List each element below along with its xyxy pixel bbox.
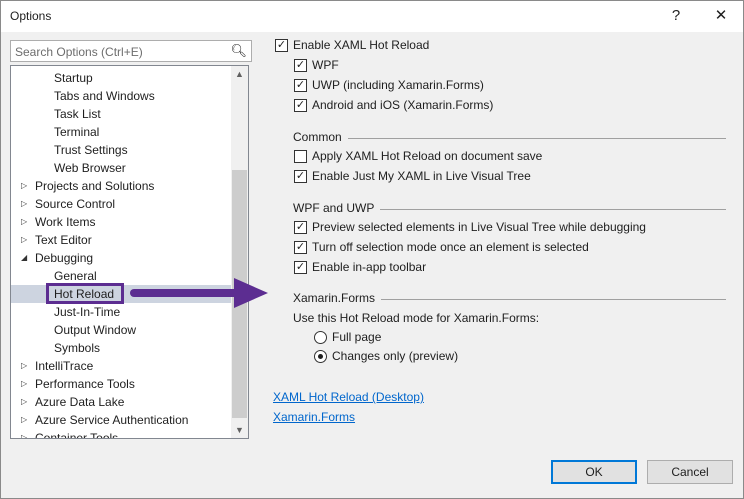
radio-changes_only[interactable] <box>314 350 327 363</box>
tree-item-label: Azure Service Authentication <box>35 413 189 427</box>
tree-item-label: Source Control <box>35 197 116 211</box>
tree-item[interactable]: ▷ IntelliTrace <box>11 357 232 375</box>
tree-item-label: Web Browser <box>54 161 126 175</box>
checkbox-label[interactable]: Enable Just My XAML in Live Visual Tree <box>312 169 531 183</box>
tree-scrollbar[interactable]: ▲ ▼ <box>231 66 248 438</box>
tree-item-label: Projects and Solutions <box>35 179 155 193</box>
group-title: Common <box>293 130 342 144</box>
group-title: Xamarin.Forms <box>293 291 376 305</box>
group-title: WPF and UWP <box>293 201 375 215</box>
tree-item[interactable]: ◢ Debugging <box>11 249 232 267</box>
checkbox-label[interactable]: Preview selected elements in Live Visual… <box>312 220 646 234</box>
tree-item-label: General <box>54 269 97 283</box>
tree-item-label: Symbols <box>54 341 101 355</box>
checkbox-toolbar[interactable]: ✓ <box>294 261 307 274</box>
search-input[interactable]: Search Options (Ctrl+E) 🔍︎ <box>10 40 252 62</box>
checkbox-wpf[interactable]: ✓ <box>294 59 307 72</box>
tree-item-label: Just-In-Time <box>54 305 121 319</box>
mode-label: Use this Hot Reload mode for Xamarin.For… <box>293 311 540 325</box>
tree-item-label: Task List <box>54 107 101 121</box>
tree-item[interactable]: ▷ Text Editor <box>11 231 232 249</box>
checkbox-label[interactable]: Enable in-app toolbar <box>312 260 426 274</box>
expand-icon[interactable]: ▷ <box>21 429 27 438</box>
tree-item[interactable]: ▷ Source Control <box>11 195 232 213</box>
tree-item-label: Trust Settings <box>54 143 128 157</box>
scroll-down-icon[interactable]: ▼ <box>231 425 248 435</box>
checkbox-label[interactable]: UWP (including Xamarin.Forms) <box>312 78 484 92</box>
expand-icon[interactable]: ▷ <box>21 231 27 249</box>
radio-full_page[interactable] <box>314 331 327 344</box>
tree-item[interactable]: ▷ Work Items <box>11 213 232 231</box>
checkbox-label[interactable]: Turn off selection mode once an element … <box>312 240 589 254</box>
collapse-icon[interactable]: ◢ <box>21 249 27 267</box>
expand-icon[interactable]: ▷ <box>21 177 27 195</box>
checkbox-label[interactable]: Enable XAML Hot Reload <box>293 38 429 52</box>
expand-icon[interactable]: ▷ <box>21 213 27 231</box>
separator <box>381 299 726 300</box>
options-tree[interactable]: ▷ Container Tools ▷ Azure Service Authentic… <box>10 65 249 439</box>
tree-item-label: Terminal <box>54 125 100 139</box>
checkbox-label[interactable]: Android and iOS (Xamarin.Forms) <box>312 98 493 112</box>
highlight-box <box>46 283 124 304</box>
title-bar: Options ? ✕ <box>1 1 743 32</box>
separator <box>348 138 726 139</box>
tree-item[interactable]: ▷ Projects and Solutions <box>11 177 232 195</box>
ok-button[interactable]: OK <box>551 460 637 484</box>
tree-item-label: Work Items <box>35 215 96 229</box>
group-header: Common <box>293 130 726 144</box>
tree-item[interactable]: ▷ Azure Data Lake <box>11 393 232 411</box>
radio-label[interactable]: Changes only (preview) <box>332 349 458 363</box>
checkbox-label[interactable]: Apply XAML Hot Reload on document save <box>312 149 542 163</box>
tree-item-label: Tabs and Windows <box>54 89 155 103</box>
tree-item[interactable]: Web Browser <box>11 159 232 177</box>
checkbox-turn_off[interactable]: ✓ <box>294 241 307 254</box>
search-icon[interactable]: 🔍︎ <box>230 43 247 59</box>
tree-item-label: Container Tools <box>35 431 119 439</box>
tree-item-label: Startup <box>54 71 93 85</box>
expand-icon[interactable]: ▷ <box>21 357 27 375</box>
tree-item-label: Text Editor <box>35 233 92 247</box>
scroll-up-icon[interactable]: ▲ <box>231 69 248 79</box>
group-header: WPF and UWP <box>293 201 726 215</box>
cancel-button[interactable]: Cancel <box>647 460 733 484</box>
checkbox-just_my_xaml[interactable]: ✓ <box>294 170 307 183</box>
checkbox-label[interactable]: WPF <box>312 58 339 72</box>
tree-item[interactable]: Trust Settings <box>11 141 232 159</box>
tree-item[interactable]: Startup <box>11 69 232 87</box>
tree-item[interactable]: Output Window <box>11 321 232 339</box>
group-header: Xamarin.Forms <box>293 291 726 305</box>
tree-item-label: IntelliTrace <box>35 359 94 373</box>
expand-icon[interactable]: ▷ <box>21 411 27 429</box>
options-dialog: Options ? ✕ Search Options (Ctrl+E) 🔍︎ ▷… <box>0 0 744 499</box>
checkbox-enable[interactable]: ✓ <box>275 39 288 52</box>
tree-item-label: Debugging <box>35 251 94 265</box>
tree-item[interactable]: Tabs and Windows <box>11 87 232 105</box>
expand-icon[interactable]: ▷ <box>21 393 27 411</box>
help-button[interactable]: ? <box>662 5 690 27</box>
annotation-arrow-icon <box>130 278 268 308</box>
window-title: Options <box>10 9 52 23</box>
close-button[interactable]: ✕ <box>707 5 735 27</box>
tree-item[interactable]: ▷ Container Tools <box>11 429 232 439</box>
separator <box>380 209 726 210</box>
radio-label[interactable]: Full page <box>332 330 381 344</box>
checkbox-preview[interactable]: ✓ <box>294 221 307 234</box>
tree-item-label: Performance Tools <box>35 377 135 391</box>
tree-item[interactable]: ▷ Azure Service Authentication <box>11 411 232 429</box>
checkbox-android[interactable]: ✓ <box>294 99 307 112</box>
tree-item-label: Output Window <box>54 323 137 337</box>
search-placeholder: Search Options (Ctrl+E) <box>15 45 143 59</box>
expand-icon[interactable]: ▷ <box>21 195 27 213</box>
link-xamarin-forms[interactable]: Xamarin.Forms <box>273 410 355 424</box>
tree-item[interactable]: Symbols <box>11 339 232 357</box>
expand-icon[interactable]: ▷ <box>21 375 27 393</box>
checkbox-uwp[interactable]: ✓ <box>294 79 307 92</box>
tree-item[interactable]: Task List <box>11 105 232 123</box>
tree-item[interactable]: Terminal <box>11 123 232 141</box>
tree-item-label: Azure Data Lake <box>35 395 125 409</box>
tree-item[interactable]: ▷ Performance Tools <box>11 375 232 393</box>
checkbox-apply_save[interactable] <box>294 150 307 163</box>
link-xaml-hot-reload-desktop[interactable]: XAML Hot Reload (Desktop) <box>273 390 424 404</box>
